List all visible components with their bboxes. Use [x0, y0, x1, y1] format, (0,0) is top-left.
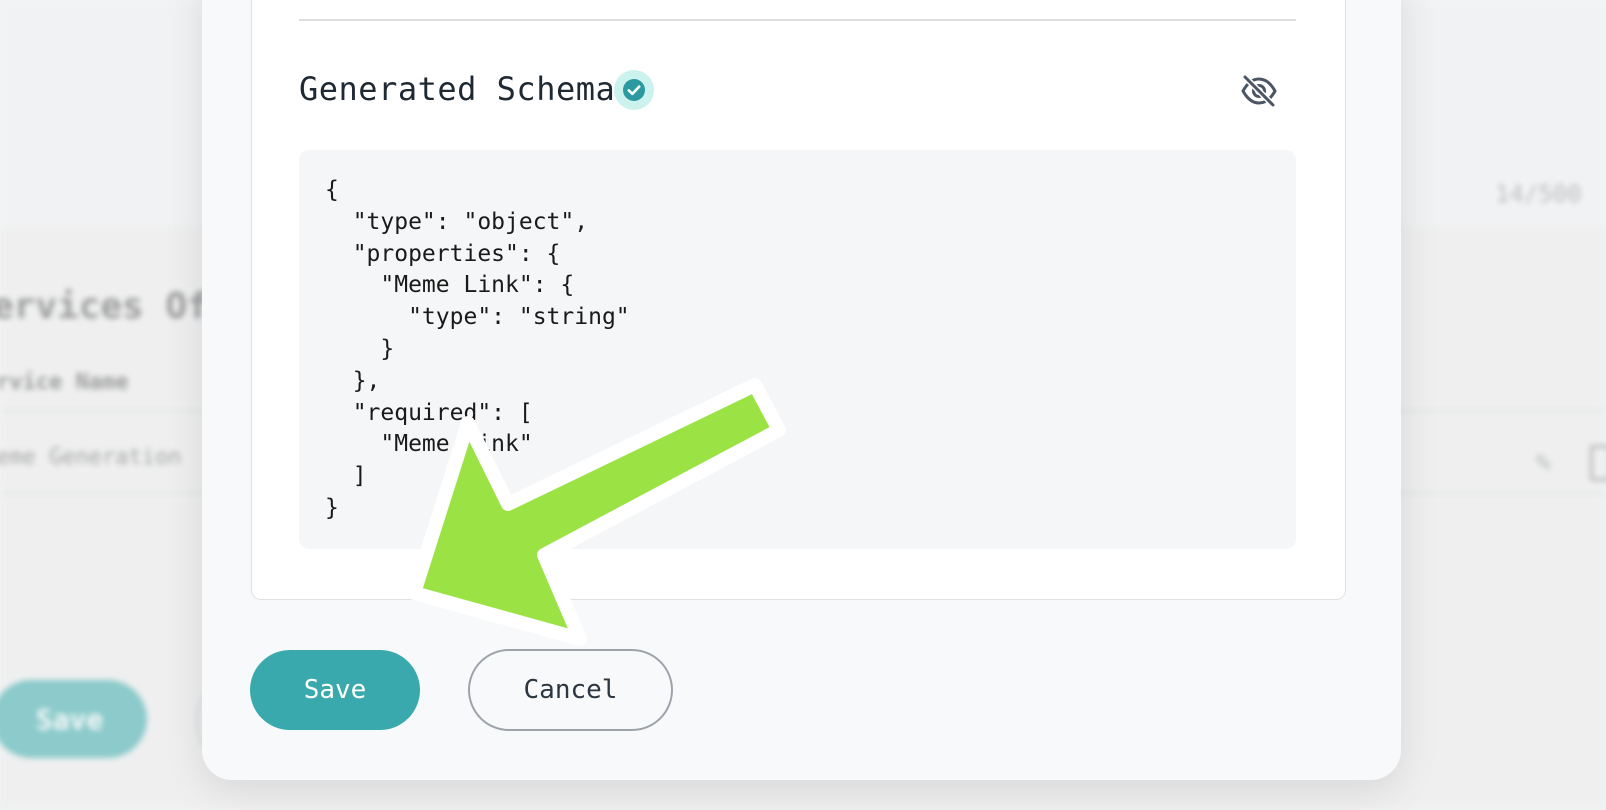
table-row: eme Generation [0, 445, 182, 470]
schema-code-block: { "type": "object", "properties": { "Mem… [299, 150, 1296, 549]
service-name-column-header: rvice Name [0, 370, 129, 395]
screen: 14/500 ervices Of rvice Name eme Generat… [0, 0, 1606, 810]
cancel-button[interactable]: Cancel [468, 649, 673, 731]
generated-schema-title: Generated Schema [299, 70, 616, 108]
toggle-schema-visibility-button[interactable] [1236, 68, 1282, 114]
background-save-button: Save [0, 680, 147, 758]
services-heading: ervices Of [0, 286, 209, 327]
schema-json-text: { "type": "object", "properties": { "Mem… [325, 177, 630, 521]
check-circle-icon [614, 70, 654, 110]
save-button[interactable]: Save [250, 650, 420, 730]
character-counter: 14/500 [1495, 180, 1582, 208]
section-divider [299, 19, 1296, 21]
edit-icon: ✎ [1535, 445, 1552, 478]
delete-icon [1590, 445, 1606, 481]
eye-off-icon [1241, 74, 1277, 108]
